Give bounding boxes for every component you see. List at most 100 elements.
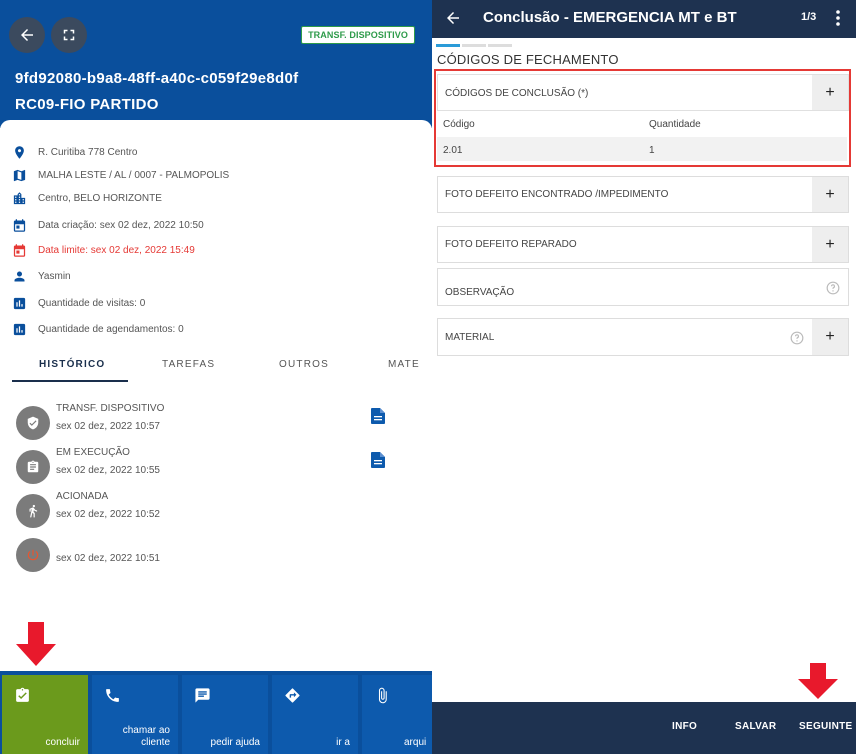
history-time: sex 02 dez, 2022 10:55 <box>56 465 160 476</box>
info-deadline-text: Data limite: sex 02 dez, 2022 15:49 <box>38 244 195 256</box>
tab-historico[interactable]: HISTÓRICO <box>39 352 105 380</box>
order-title: RC09-FIO PARTIDO <box>15 96 159 113</box>
red-arrow-annotation <box>798 663 838 699</box>
call-client-label: chamar ao cliente <box>122 725 170 748</box>
material-title: MATERIAL <box>445 332 495 343</box>
shield-check-icon <box>27 416 39 430</box>
section-title: CÓDIGOS DE FECHAMENTO <box>437 52 619 67</box>
photo-repaired-title: FOTO DEFEITO REPARADO <box>445 239 577 250</box>
back-button[interactable] <box>9 17 45 53</box>
add-photo-repaired-button[interactable]: + <box>812 227 848 262</box>
tab-outros[interactable]: OUTROS <box>279 352 329 380</box>
info-schedules: Quantidade de agendamentos: 0 <box>12 320 184 338</box>
tab-tarefas[interactable]: TAREFAS <box>162 352 215 380</box>
info-deadline: Data limite: sex 02 dez, 2022 15:49 <box>12 241 195 259</box>
next-button[interactable]: SEGUINTE <box>799 721 853 732</box>
status-badge: TRANSF. DISPOSITIVO <box>301 26 415 44</box>
add-photo-found-button[interactable]: + <box>812 177 848 212</box>
info-network: MALHA LESTE / AL / 0007 - PALMOPOLIS <box>12 166 229 184</box>
history-icon-activated <box>16 494 50 528</box>
info-user-text: Yasmin <box>38 270 71 282</box>
history-time: sex 02 dez, 2022 10:51 <box>56 553 160 564</box>
order-header: TRANSF. DISPOSITIVO 9fd92080-b9a8-48ff-a… <box>0 0 432 128</box>
info-created: Data criação: sex 02 dez, 2022 10:50 <box>12 216 204 234</box>
material-card: MATERIAL + <box>437 318 849 356</box>
history-time: sex 02 dez, 2022 10:52 <box>56 509 160 520</box>
concluir-button[interactable]: concluir <box>2 675 88 754</box>
bar-chart-icon <box>13 297 26 309</box>
history-icon-execution <box>16 450 50 484</box>
info-schedules-text: Quantidade de agendamentos: 0 <box>38 323 184 335</box>
concluir-label: concluir <box>45 737 80 748</box>
red-arrow-annotation <box>16 622 56 666</box>
document-icon[interactable] <box>371 408 385 424</box>
info-button[interactable]: INFO <box>672 721 697 732</box>
history-time: sex 02 dez, 2022 10:57 <box>56 421 160 432</box>
clipboard-check-icon <box>16 687 29 702</box>
fullscreen-button[interactable] <box>51 17 87 53</box>
page-indicator: 1/3 <box>801 11 817 23</box>
files-label: arqui <box>404 737 427 748</box>
person-icon <box>14 271 25 281</box>
info-network-text: MALHA LESTE / AL / 0007 - PALMOPOLIS <box>38 169 230 181</box>
power-icon <box>27 549 39 561</box>
order-id: 9fd92080-b9a8-48ff-a40c-c059f29e8d0f <box>15 70 299 87</box>
header-curve <box>0 120 432 136</box>
navigate-button[interactable]: ir a <box>272 675 358 754</box>
calendar-icon <box>13 218 26 232</box>
add-material-button[interactable]: + <box>812 319 848 355</box>
help-icon[interactable] <box>826 281 840 295</box>
save-button[interactable]: SALVAR <box>735 721 776 732</box>
info-user: Yasmin <box>12 267 71 285</box>
info-created-text: Data criação: sex 02 dez, 2022 10:50 <box>38 219 204 231</box>
highlight-box-annotation <box>434 69 851 167</box>
info-district: Centro, BELO HORIZONTE <box>12 189 162 207</box>
call-client-button[interactable]: chamar ao cliente <box>92 675 178 754</box>
phone-icon <box>106 689 119 702</box>
more-vert-icon[interactable] <box>835 9 841 27</box>
map-icon <box>13 169 26 181</box>
photo-repaired-card: FOTO DEFEITO REPARADO + <box>437 226 849 263</box>
arrow-left-icon <box>21 29 33 41</box>
bar-chart-icon <box>13 323 26 335</box>
history-icon-transfer <box>16 406 50 440</box>
photo-found-title: FOTO DEFEITO ENCONTRADO /IMPEDIMENTO <box>445 189 669 200</box>
info-district-text: Centro, BELO HORIZONTE <box>38 192 162 204</box>
arrow-left-icon[interactable] <box>444 9 462 27</box>
history-icon-created <box>16 538 50 572</box>
info-visits-text: Quantidade de visitas: 0 <box>38 297 146 309</box>
directions-icon <box>285 688 300 703</box>
paperclip-icon <box>378 687 387 704</box>
info-address: R. Curitiba 778 Centro <box>12 143 138 161</box>
help-icon[interactable] <box>790 331 804 345</box>
clipboard-icon <box>27 460 39 473</box>
form-title: Conclusão - EMERGENCIA MT e BT <box>483 9 737 26</box>
city-icon <box>13 191 26 204</box>
step-2 <box>462 44 486 47</box>
photo-found-card: FOTO DEFEITO ENCONTRADO /IMPEDIMENTO + <box>437 176 849 213</box>
files-button[interactable]: arqui <box>362 675 432 754</box>
active-tab-indicator <box>12 380 128 382</box>
form-topbar: Conclusão - EMERGENCIA MT e BT 1/3 <box>432 0 856 38</box>
step-1 <box>436 44 460 47</box>
ask-help-button[interactable]: pedir ajuda <box>182 675 268 754</box>
step-3 <box>488 44 512 47</box>
ask-help-label: pedir ajuda <box>210 737 260 748</box>
history-label: ACIONADA <box>56 491 109 502</box>
tab-materiais[interactable]: MATE <box>388 352 420 380</box>
progress-steps <box>436 44 516 47</box>
document-icon[interactable] <box>371 452 385 468</box>
history-label: EM EXECUÇÃO <box>56 447 130 458</box>
history-item: EM EXECUÇÃO sex 02 dez, 2022 10:55 <box>16 447 416 487</box>
order-detail-panel: TRANSF. DISPOSITIVO 9fd92080-b9a8-48ff-a… <box>0 0 432 754</box>
observation-card[interactable]: OBSERVAÇÃO <box>437 268 849 306</box>
info-address-text: R. Curitiba 778 Centro <box>38 146 138 158</box>
history-label: TRANSF. DISPOSITIVO <box>56 403 165 414</box>
running-person-icon <box>29 504 38 518</box>
history-item: sex 02 dez, 2022 10:51 <box>16 535 416 575</box>
history-item: ACIONADA sex 02 dez, 2022 10:52 <box>16 491 416 531</box>
calendar-alert-icon <box>13 243 26 257</box>
info-visits: Quantidade de visitas: 0 <box>12 294 145 312</box>
chat-icon <box>195 688 210 703</box>
location-pin-icon <box>15 145 24 159</box>
